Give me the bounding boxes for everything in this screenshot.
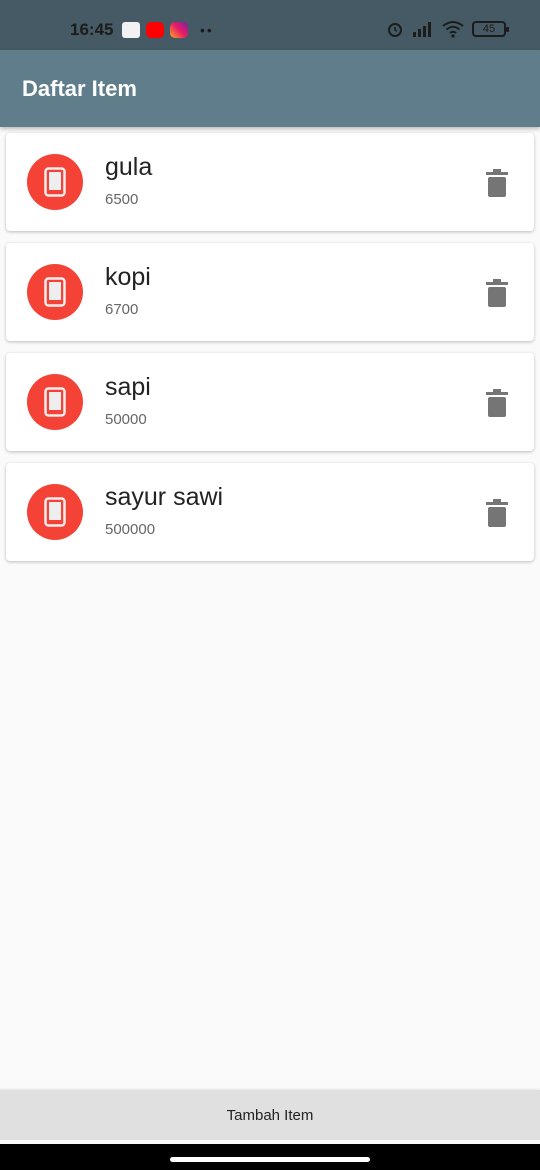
item-price: 6700: [105, 301, 139, 318]
battery-level: 45: [482, 23, 496, 35]
item-price: 500000: [105, 521, 156, 538]
item-price: 50000: [105, 411, 147, 428]
status-bar: 16:45 •• 45: [0, 0, 540, 50]
delete-icon[interactable]: [486, 499, 508, 527]
delete-icon[interactable]: [486, 389, 508, 417]
item-name: kopi: [105, 263, 151, 291]
item-name: sapi: [105, 373, 151, 401]
notification-icons: ••: [122, 22, 214, 38]
list-item[interactable]: kopi 6700: [6, 243, 534, 341]
item-name: gula: [105, 153, 153, 181]
add-item-button[interactable]: Tambah Item: [0, 1090, 540, 1140]
delete-icon[interactable]: [486, 279, 508, 307]
list-item[interactable]: gula 6500: [6, 133, 534, 231]
more-notifications-indicator: ••: [200, 22, 214, 38]
delete-icon[interactable]: [486, 169, 508, 197]
list-item[interactable]: sayur sawi 500000: [6, 463, 534, 561]
youtube-icon: [146, 22, 164, 38]
alarm-icon: [388, 23, 402, 37]
phone-icon: [27, 484, 83, 540]
item-list: gula 6500 kopi 6700 sapi 50000 sayur saw…: [6, 133, 534, 573]
status-time: 16:45: [70, 20, 114, 39]
phone-icon: [27, 374, 83, 430]
page-title: Daftar Item: [22, 76, 137, 101]
instagram-icon: [170, 22, 188, 38]
system-icons: 45: [386, 20, 509, 38]
item-name: sayur sawi: [105, 483, 224, 511]
phone-icon: [27, 154, 83, 210]
wifi-icon: [442, 21, 464, 38]
app-bar: Daftar Item: [0, 50, 540, 127]
signal-icon: [413, 22, 431, 37]
home-handle[interactable]: [170, 1157, 370, 1162]
list-item[interactable]: sapi 50000: [6, 353, 534, 451]
phone-icon: [27, 264, 83, 320]
battery-icon: 45: [472, 21, 509, 37]
item-price: 6500: [105, 191, 139, 208]
message-icon: [122, 22, 140, 38]
